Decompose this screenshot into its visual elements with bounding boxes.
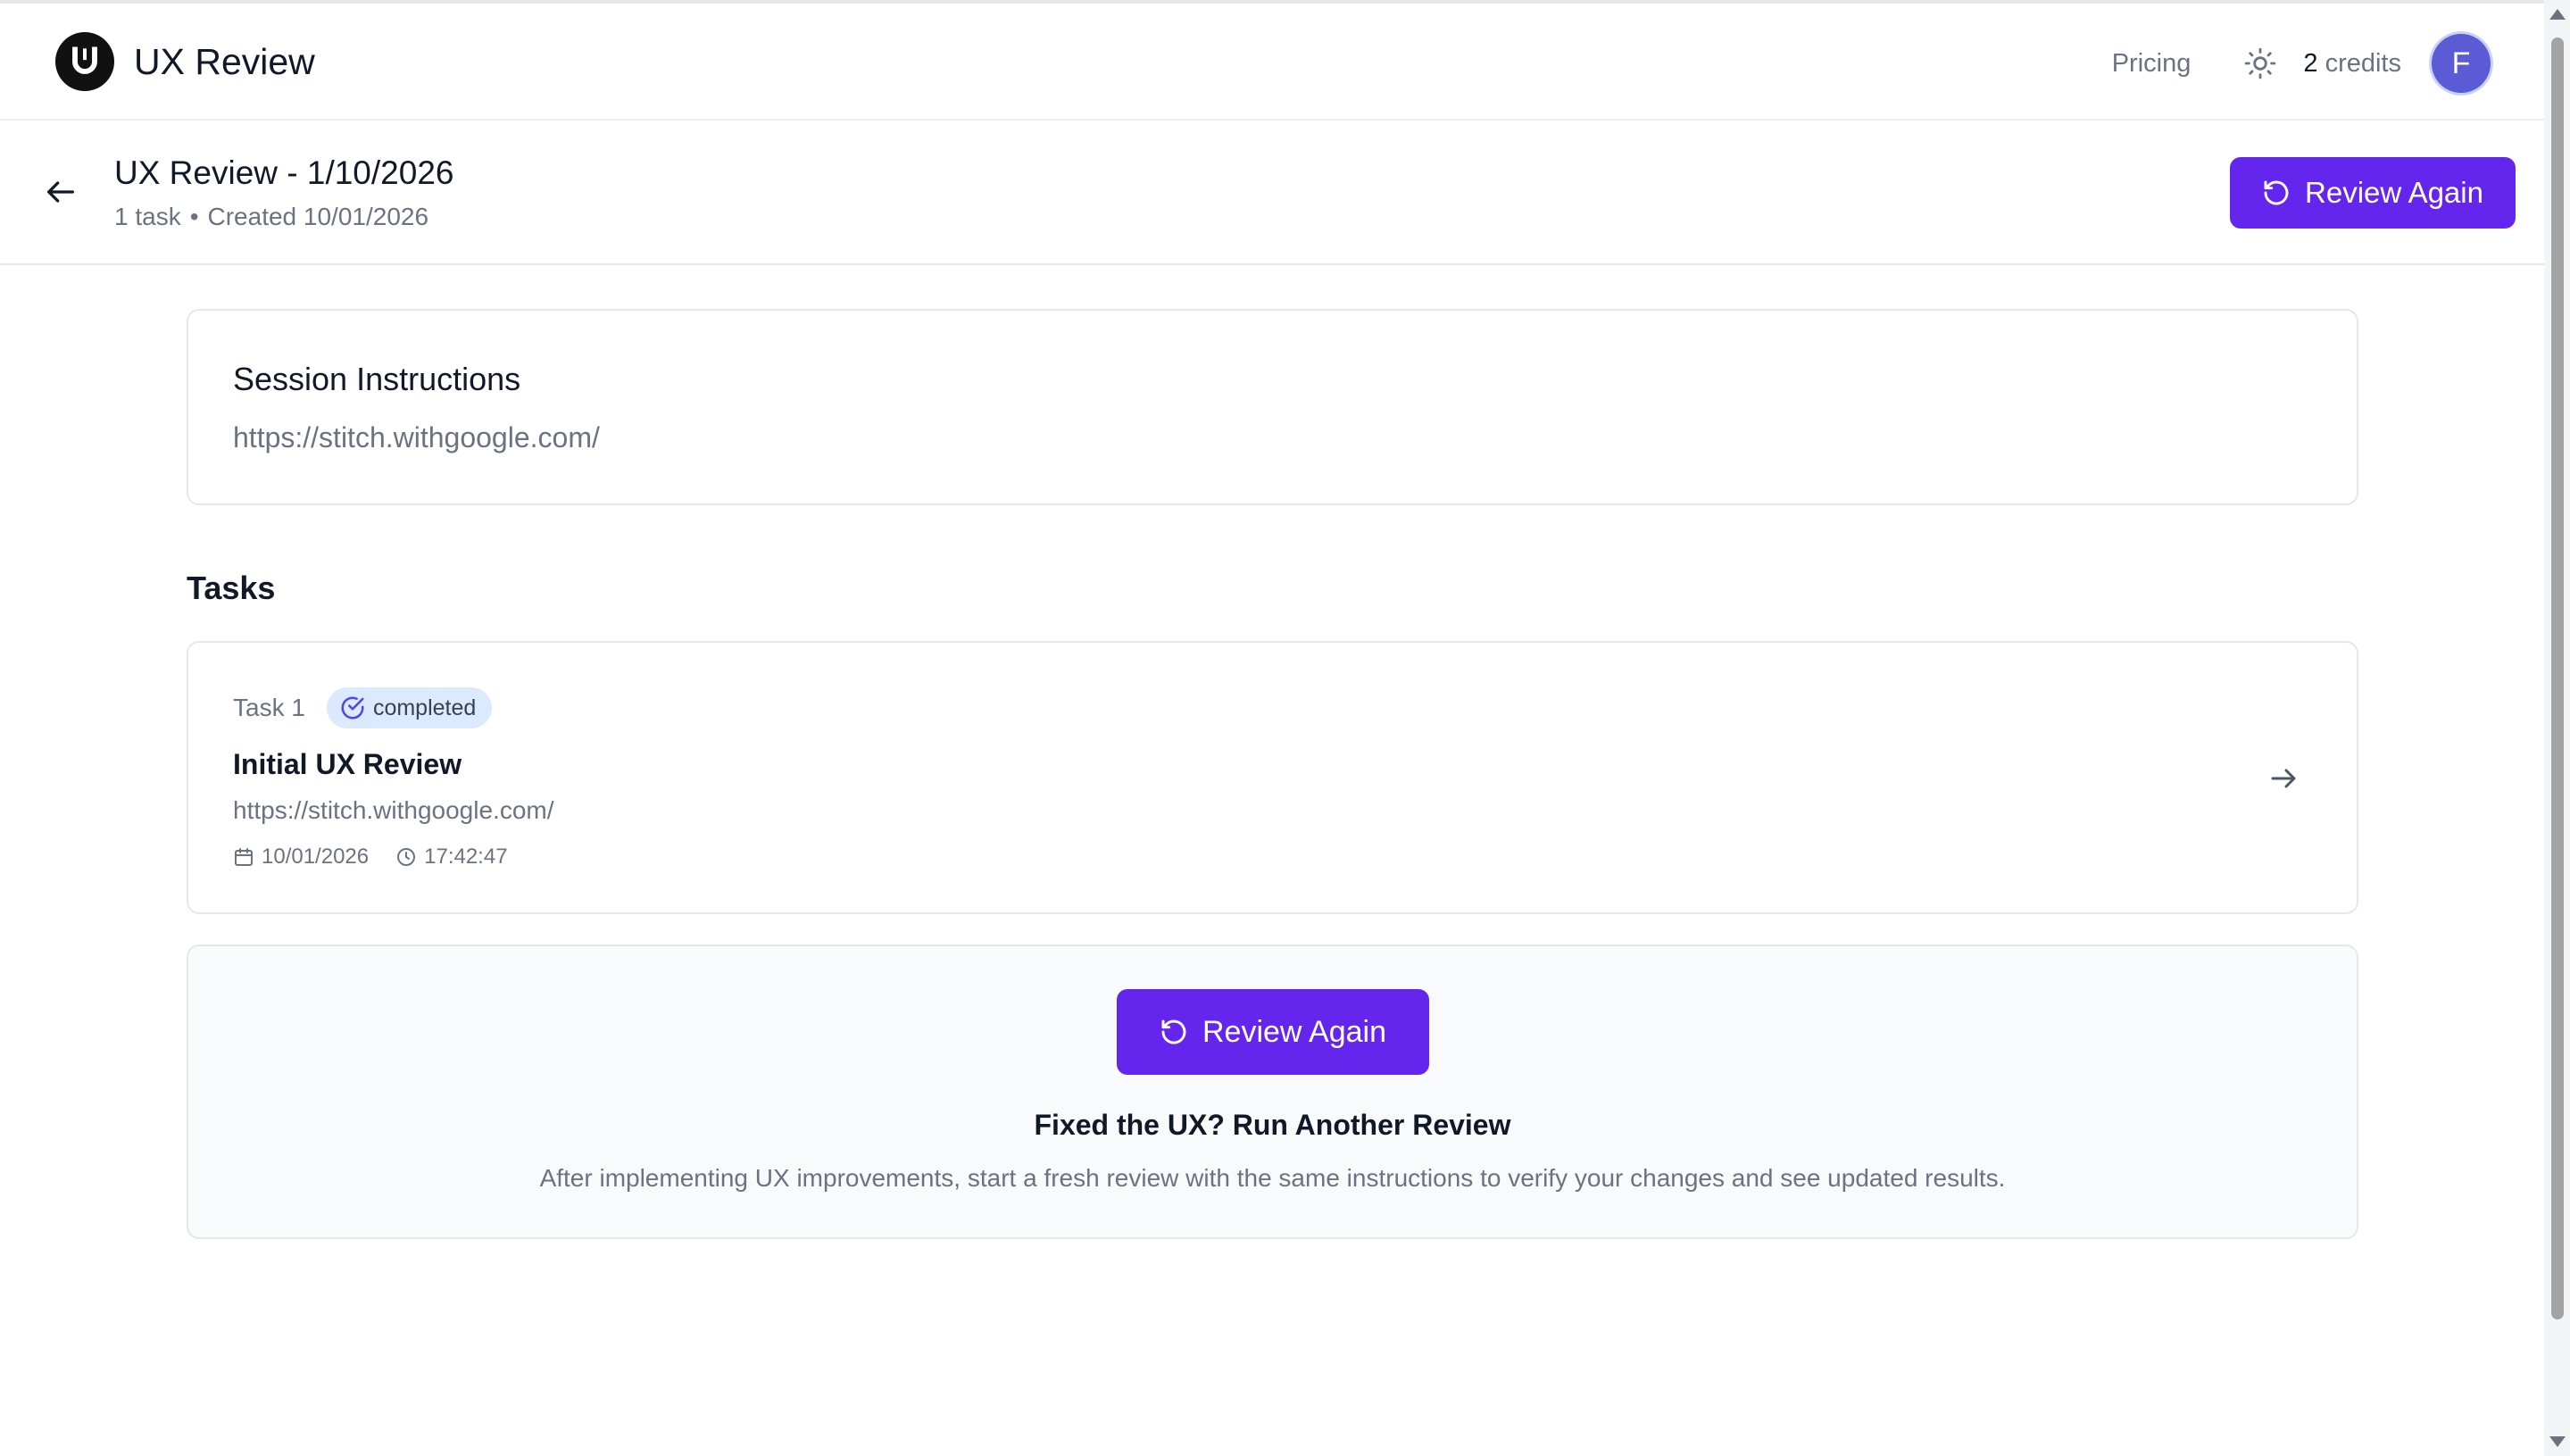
status-label: completed [372, 695, 477, 720]
magnet-icon [55, 32, 114, 91]
session-meta: 1 task • Created 10/01/2026 [114, 203, 428, 231]
review-again-cta-button[interactable]: Review Again [1117, 989, 1429, 1075]
created-date: Created 10/01/2026 [207, 203, 429, 230]
credits-counter: 2 credits [2303, 49, 2401, 79]
task-card[interactable]: Task 1 completed Initial UX Review https… [187, 641, 2358, 914]
credits-count: 2 [2303, 48, 2318, 78]
scrollbar-thumb[interactable] [2551, 37, 2564, 1319]
check-circle-icon [339, 695, 366, 721]
task-date-value: 10/01/2026 [262, 844, 370, 869]
review-again-button[interactable]: Review Again [2230, 157, 2516, 229]
task-time-value: 17:42:47 [424, 844, 508, 869]
task-date: 10/01/2026 [233, 844, 369, 869]
review-again-cta-label: Review Again [1202, 1014, 1386, 1049]
brand-link[interactable]: UX Review [55, 32, 315, 91]
clock-icon [395, 846, 417, 868]
task-time: 17:42:47 [395, 844, 508, 869]
scroll-down-arrow-icon[interactable] [2549, 1436, 2566, 1447]
session-instructions-card: Session Instructions https://stitch.with… [187, 309, 2358, 505]
cta-description: After implementing UX improvements, star… [539, 1164, 2006, 1192]
task-url: https://stitch.withgoogle.com/ [233, 796, 554, 824]
task-number: Task 1 [233, 694, 305, 721]
top-navbar: UX Review Pricing 2 credits F [0, 0, 2544, 121]
nav-actions: Pricing 2 credits F [2112, 34, 2491, 93]
task-label-row: Task 1 completed [233, 687, 493, 728]
status-badge: completed [326, 687, 493, 728]
task-title: Initial UX Review [233, 748, 462, 780]
review-again-panel: Review Again Fixed the UX? Run Another R… [187, 944, 2358, 1239]
arrow-right-icon[interactable] [2264, 759, 2303, 798]
app-name: UX Review [134, 40, 315, 82]
refresh-icon [2262, 179, 2291, 207]
session-header: UX Review - 1/10/2026 1 task • Created 10/… [0, 122, 2544, 265]
refresh-icon [1160, 1018, 1188, 1046]
credits-label: credits [2325, 48, 2401, 78]
calendar-icon [233, 846, 254, 868]
avatar[interactable]: F [2432, 34, 2491, 93]
tasks-heading: Tasks [187, 570, 276, 606]
pricing-link[interactable]: Pricing [2112, 49, 2192, 79]
page-title: UX Review - 1/10/2026 [114, 154, 454, 191]
meta-separator: • [189, 203, 199, 230]
instructions-url: https://stitch.withgoogle.com/ [233, 421, 600, 453]
cta-heading: Fixed the UX? Run Another Review [1034, 1109, 1511, 1141]
task-meta: 10/01/2026 17:42:47 [233, 844, 535, 869]
back-arrow-icon[interactable] [39, 171, 82, 213]
scroll-up-arrow-icon[interactable] [2549, 9, 2566, 20]
task-count: 1 task [114, 203, 181, 230]
sun-icon[interactable] [2241, 44, 2280, 83]
vertical-scrollbar[interactable] [2544, 0, 2570, 1456]
instructions-heading: Session Instructions [233, 361, 521, 397]
page: UX Review Pricing 2 credits F UX Review … [0, 0, 2570, 1456]
review-again-label: Review Again [2305, 176, 2483, 209]
